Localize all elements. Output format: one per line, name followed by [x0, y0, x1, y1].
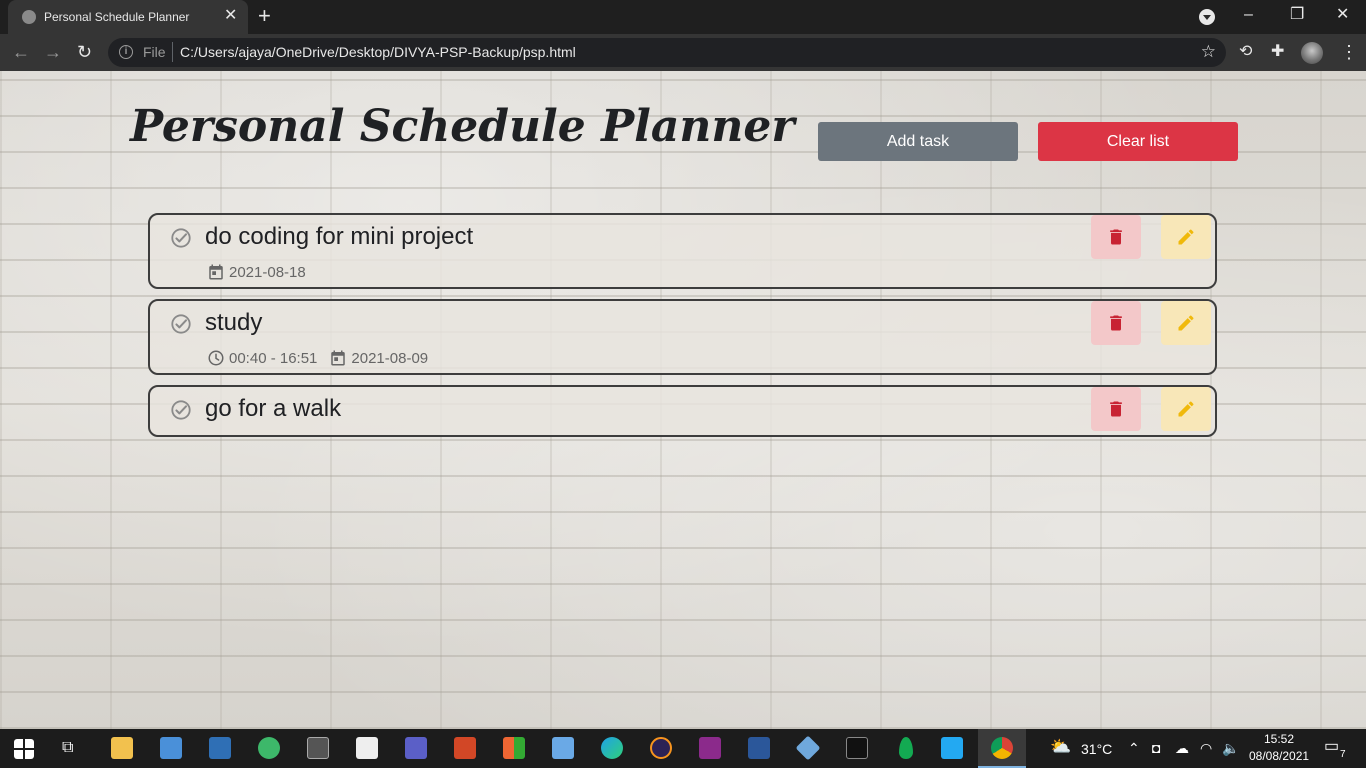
address-bar[interactable]: i File C:/Users/ajaya/OneDrive/Desktop/D…	[108, 38, 1226, 67]
delete-task-button[interactable]	[1091, 387, 1141, 431]
page-title: Personal Schedule Planner	[130, 101, 795, 152]
chrome-taskbar-button[interactable]	[978, 729, 1026, 768]
pencil-icon	[1178, 315, 1194, 331]
control-panel-icon[interactable]	[209, 737, 231, 759]
mongodb-icon[interactable]	[899, 737, 913, 759]
browser-tab[interactable]: Personal Schedule Planner ✕	[8, 0, 248, 34]
clock-date[interactable]: 08/08/2021	[1249, 749, 1309, 763]
task-date: 2021-08-18	[229, 263, 306, 281]
clock-icon	[208, 350, 224, 366]
edge-icon[interactable]	[601, 737, 623, 759]
edit-task-button[interactable]	[1161, 215, 1211, 259]
page-viewport: Personal Schedule Planner Add task Clear…	[0, 71, 1366, 729]
terminal-icon[interactable]	[307, 737, 329, 759]
photos-icon[interactable]	[552, 737, 574, 759]
notification-count: 7	[1340, 749, 1346, 760]
task-time: 00:40 - 16:51	[229, 349, 318, 367]
close-window-button[interactable]: ✕	[1336, 6, 1349, 24]
virtualbox-icon[interactable]	[795, 735, 821, 761]
edit-task-button[interactable]	[1161, 301, 1211, 345]
minimize-button[interactable]: –	[1244, 6, 1253, 24]
task-meta: 00:40 - 16:51 2021-08-09	[207, 349, 428, 367]
close-tab-icon[interactable]: ✕	[224, 7, 237, 25]
eclipse-icon[interactable]	[650, 737, 672, 759]
task-item: go for a walk	[148, 385, 1217, 437]
windows-taskbar: ⧉ ⛅ 31°C ⌃ ◘ ☁ ◠ 🔈 15:52 08/08/2021 ▭ 7	[0, 729, 1366, 768]
calendar-icon	[209, 264, 223, 280]
tab-title: Personal Schedule Planner	[44, 10, 190, 24]
back-icon[interactable]: ←	[12, 41, 30, 63]
browser-tab-bar: Personal Schedule Planner ✕ + – ❐ ✕	[0, 0, 1366, 34]
weather-temp[interactable]: 31°C	[1081, 741, 1112, 757]
sync-icon[interactable]: ⟲	[1239, 42, 1252, 62]
trash-icon	[1110, 315, 1122, 331]
pencil-icon	[1178, 401, 1194, 417]
check-circle-icon[interactable]	[170, 399, 192, 421]
atom-icon[interactable]	[258, 737, 280, 759]
chevron-up-icon[interactable]: ⌃	[1128, 740, 1140, 756]
chrome-icon	[991, 737, 1013, 759]
reload-icon[interactable]: ↻	[77, 41, 92, 63]
profile-avatar[interactable]	[1301, 42, 1323, 64]
extensions-icon[interactable]: ✚	[1271, 42, 1284, 62]
clear-list-button[interactable]: Clear list	[1038, 122, 1238, 161]
tab-search-icon[interactable]	[1199, 9, 1215, 25]
clock-time[interactable]: 15:52	[1264, 732, 1294, 746]
url-separator	[172, 42, 173, 62]
trash-icon	[1110, 229, 1122, 245]
forward-icon[interactable]: →	[44, 41, 62, 63]
file-explorer-icon[interactable]	[111, 737, 133, 759]
task-meta: 2021-08-18	[207, 263, 306, 281]
delete-task-button[interactable]	[1091, 301, 1141, 345]
meet-now-icon[interactable]: ◘	[1152, 740, 1160, 756]
notepad-icon[interactable]	[356, 737, 378, 759]
task-item: study 00:40 - 16:51 2021-08-09	[148, 299, 1217, 375]
weather-icon[interactable]: ⛅	[1050, 738, 1071, 755]
task-title: study	[205, 309, 263, 336]
new-tab-button[interactable]: +	[258, 5, 271, 27]
task-title: go for a walk	[205, 395, 342, 422]
globe-icon	[22, 10, 36, 24]
url-text[interactable]: C:/Users/ajaya/OneDrive/Desktop/DIVYA-PS…	[180, 44, 576, 60]
word-icon[interactable]	[748, 737, 770, 759]
task-item: do coding for mini project 2021-08-18	[148, 213, 1217, 289]
add-task-button[interactable]: Add task	[818, 122, 1018, 161]
url-scheme: File	[143, 44, 166, 60]
notification-center-icon[interactable]: ▭	[1324, 739, 1339, 755]
bookmark-star-icon[interactable]: ☆	[1201, 42, 1216, 62]
powerpoint-icon[interactable]	[454, 737, 476, 759]
menu-icon[interactable]: ⋮	[1340, 42, 1358, 62]
vscode-icon[interactable]	[941, 737, 963, 759]
check-circle-icon[interactable]	[170, 313, 192, 335]
task-date: 2021-08-09	[351, 349, 429, 367]
task-view-icon[interactable]: ⧉	[62, 740, 73, 756]
winrar-colorful-icon[interactable]	[503, 737, 525, 759]
info-icon[interactable]: i	[119, 45, 133, 59]
task-title: do coding for mini project	[205, 223, 474, 250]
check-circle-icon[interactable]	[170, 227, 192, 249]
volume-icon[interactable]: 🔈	[1222, 740, 1239, 756]
trash-icon	[1110, 401, 1122, 417]
this-pc-icon[interactable]	[160, 737, 182, 759]
winrar-icon[interactable]	[699, 737, 721, 759]
restore-button[interactable]: ❐	[1290, 6, 1304, 24]
windows-start-icon[interactable]	[14, 739, 34, 759]
teams-icon[interactable]	[405, 737, 427, 759]
browser-toolbar: ← → ↻ i File C:/Users/ajaya/OneDrive/Des…	[0, 34, 1366, 71]
delete-task-button[interactable]	[1091, 215, 1141, 259]
edit-task-button[interactable]	[1161, 387, 1211, 431]
pencil-icon	[1178, 229, 1194, 245]
wifi-icon[interactable]: ◠	[1200, 740, 1212, 756]
command-prompt-icon[interactable]	[846, 737, 868, 759]
onedrive-cloud-icon[interactable]: ☁	[1175, 740, 1189, 756]
calendar-icon	[331, 350, 346, 366]
